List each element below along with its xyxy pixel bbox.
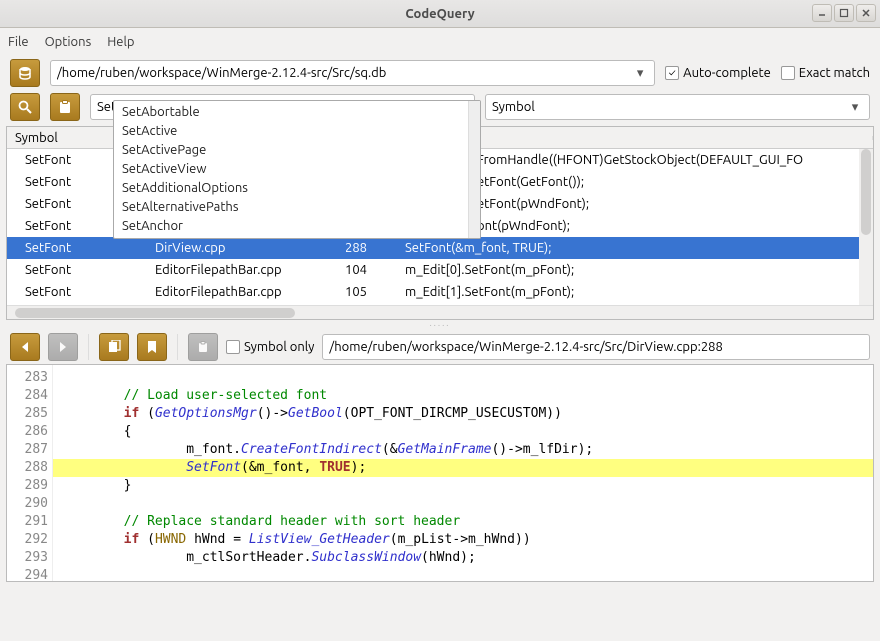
cell-line: 105	[337, 285, 397, 299]
cell-file: EditorFilepathBar.cpp	[147, 263, 337, 277]
checkbox-empty-icon	[226, 340, 240, 354]
database-path-combo[interactable]: /home/ruben/workspace/WinMerge-2.12.4-sr…	[50, 60, 655, 86]
cell-line: 288	[337, 241, 397, 255]
window-controls	[812, 4, 876, 22]
maximize-button[interactable]	[834, 4, 854, 22]
results-v-scrollbar[interactable]	[859, 149, 873, 305]
titlebar: CodeQuery	[0, 0, 880, 28]
menu-file[interactable]: File	[8, 35, 29, 49]
cell-text: SetFont(&m_font, TRUE);	[397, 241, 873, 255]
source-path-value: /home/ruben/workspace/WinMerge-2.12.4-sr…	[329, 340, 722, 354]
source-path-box[interactable]: /home/ruben/workspace/WinMerge-2.12.4-sr…	[322, 334, 870, 360]
exactmatch-checkbox[interactable]: Exact match	[781, 66, 870, 80]
cell-file: EditorFilepathBar.cpp	[147, 285, 337, 299]
chevron-down-icon: ▾	[847, 100, 863, 115]
scrollbar-thumb[interactable]	[15, 308, 295, 318]
menu-help[interactable]: Help	[107, 35, 134, 49]
copy-file-button[interactable]	[99, 333, 129, 361]
search-button[interactable]	[10, 93, 40, 121]
symbol-only-label: Symbol only	[244, 340, 314, 354]
cell-symbol: SetFont	[7, 241, 147, 255]
cell-symbol: SetFont	[7, 285, 147, 299]
autocomplete-scrollbar[interactable]	[468, 101, 480, 238]
autocomplete-item[interactable]: SetAbortable	[114, 103, 468, 122]
autocomplete-checkbox[interactable]: ✓ Auto-complete	[665, 66, 771, 80]
code-content[interactable]: // Load user-selected font if (GetOption…	[53, 365, 873, 581]
bookmark-button[interactable]	[137, 333, 167, 361]
autocomplete-item[interactable]: SetActiveView	[114, 160, 468, 179]
database-path-value: /home/ruben/workspace/WinMerge-2.12.4-sr…	[57, 66, 632, 80]
table-row[interactable]: SetFontEditorFilepathBar.cpp105m_Edit[1]…	[7, 281, 873, 303]
cell-file: DirView.cpp	[147, 241, 337, 255]
autocomplete-label: Auto-complete	[683, 66, 771, 80]
code-viewer: 283284285286287288289290291292293294 // …	[6, 364, 874, 582]
cell-line: 104	[337, 263, 397, 277]
splitter-handle[interactable]: ·····	[0, 320, 880, 330]
forward-button	[48, 333, 78, 361]
autocomplete-item[interactable]: SetActivePage	[114, 141, 468, 160]
cell-text: m_Edit[0].SetFont(m_pFont);	[397, 263, 873, 277]
autocomplete-popup: SetAbortableSetActiveSetActivePageSetAct…	[113, 100, 481, 239]
menubar: File Options Help	[0, 28, 880, 56]
paste-button[interactable]	[50, 93, 80, 121]
exactmatch-label: Exact match	[799, 66, 870, 80]
symbol-only-checkbox[interactable]: Symbol only	[226, 340, 314, 354]
separator	[88, 334, 89, 360]
separator	[177, 334, 178, 360]
scrollbar-thumb[interactable]	[861, 149, 871, 235]
checkbox-checked-icon: ✓	[665, 66, 679, 80]
autocomplete-item[interactable]: SetActive	[114, 122, 468, 141]
toolbar-top: /home/ruben/workspace/WinMerge-2.12.4-sr…	[0, 56, 880, 90]
minimize-button[interactable]	[812, 4, 832, 22]
table-row[interactable]: SetFontDirView.cpp288SetFont(&m_font, TR…	[7, 237, 873, 259]
scope-value: Symbol	[492, 100, 847, 114]
cell-text: m_Edit[1].SetFont(m_pFont);	[397, 285, 873, 299]
scope-combo[interactable]: Symbol ▾	[485, 94, 870, 120]
window-title: CodeQuery	[405, 7, 474, 21]
checkbox-empty-icon	[781, 66, 795, 80]
autocomplete-item[interactable]: SetAlternativePaths	[114, 198, 468, 217]
autocomplete-item[interactable]: SetAnchor	[114, 217, 468, 236]
table-row[interactable]: SetFontEditorFilepathBar.cpp104m_Edit[0]…	[7, 259, 873, 281]
clipboard-button	[188, 333, 218, 361]
open-database-button[interactable]	[10, 59, 40, 87]
close-button[interactable]	[856, 4, 876, 22]
autocomplete-list: SetAbortableSetActiveSetActivePageSetAct…	[114, 101, 468, 238]
chevron-down-icon: ▾	[632, 66, 648, 81]
cell-symbol: SetFont	[7, 263, 147, 277]
results-h-scrollbar[interactable]	[7, 305, 873, 319]
menu-options[interactable]: Options	[45, 35, 92, 49]
back-button[interactable]	[10, 333, 40, 361]
autocomplete-item[interactable]: SetAdditionalOptions	[114, 179, 468, 198]
line-number-gutter: 283284285286287288289290291292293294	[7, 365, 53, 581]
toolbar-code: Symbol only /home/ruben/workspace/WinMer…	[0, 330, 880, 364]
